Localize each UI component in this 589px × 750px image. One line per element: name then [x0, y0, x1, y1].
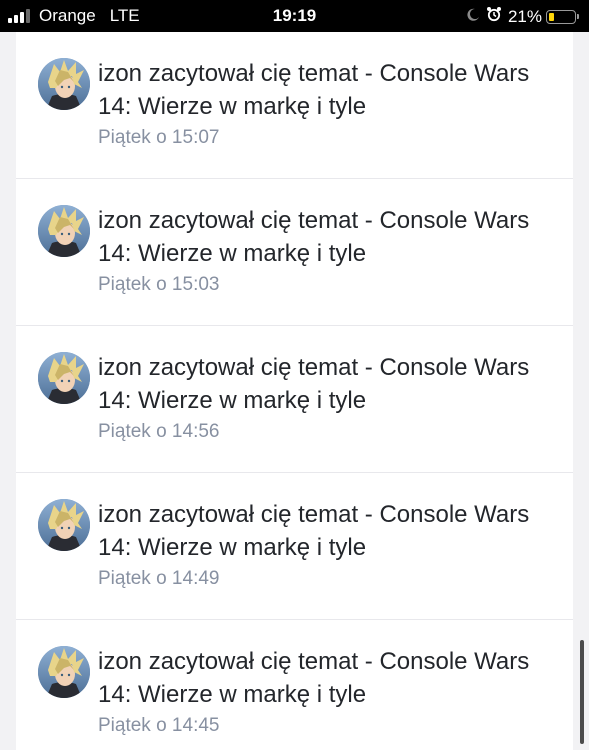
- notification-title[interactable]: izon zacytował cię temat - Console Wars …: [98, 498, 548, 564]
- notification-content: izon zacytował cię temat - Console Wars …: [98, 645, 548, 737]
- notification-time: Piątek o 15:03: [98, 274, 220, 295]
- notification-item[interactable]: izon zacytował cię temat - Console Wars …: [16, 620, 573, 750]
- notification-list[interactable]: izon zacytował cię temat - Console Wars …: [16, 32, 573, 750]
- notification-time: Piątek o 14:45: [98, 715, 220, 736]
- battery-icon: [546, 9, 579, 24]
- notification-content: izon zacytował cię temat - Console Wars …: [98, 351, 548, 443]
- notification-item[interactable]: izon zacytował cię temat - Console Wars …: [16, 326, 573, 473]
- avatar[interactable]: [38, 205, 90, 257]
- notification-title[interactable]: izon zacytował cię temat - Console Wars …: [98, 351, 548, 417]
- battery-percent: 21%: [507, 6, 542, 26]
- notification-content: izon zacytował cię temat - Console Wars …: [98, 57, 548, 149]
- notification-content: izon zacytował cię temat - Console Wars …: [98, 204, 548, 296]
- notification-item[interactable]: izon zacytował cię temat - Console Wars …: [16, 179, 573, 326]
- notification-time: Piątek o 15:07: [98, 127, 220, 148]
- avatar[interactable]: [38, 352, 90, 404]
- status-bar: Orange LTE 19:19 21%: [0, 0, 589, 32]
- notification-item[interactable]: izon zacytował cię temat - Console Wars …: [16, 32, 573, 179]
- notification-title[interactable]: izon zacytował cię temat - Console Wars …: [98, 204, 548, 270]
- notification-title[interactable]: izon zacytował cię temat - Console Wars …: [98, 645, 548, 711]
- avatar[interactable]: [38, 646, 90, 698]
- avatar[interactable]: [38, 499, 90, 551]
- notification-time: Piątek o 14:56: [98, 421, 220, 442]
- notification-title[interactable]: izon zacytował cię temat - Console Wars …: [98, 57, 548, 123]
- notification-item[interactable]: izon zacytował cię temat - Console Wars …: [16, 473, 573, 620]
- moon-icon: [466, 7, 480, 27]
- notification-time: Piątek o 14:49: [98, 568, 220, 589]
- avatar[interactable]: [38, 58, 90, 110]
- status-right: 21%: [466, 6, 579, 27]
- scrollbar[interactable]: [580, 640, 584, 744]
- alarm-icon: [486, 6, 502, 27]
- notification-content: izon zacytował cię temat - Console Wars …: [98, 498, 548, 590]
